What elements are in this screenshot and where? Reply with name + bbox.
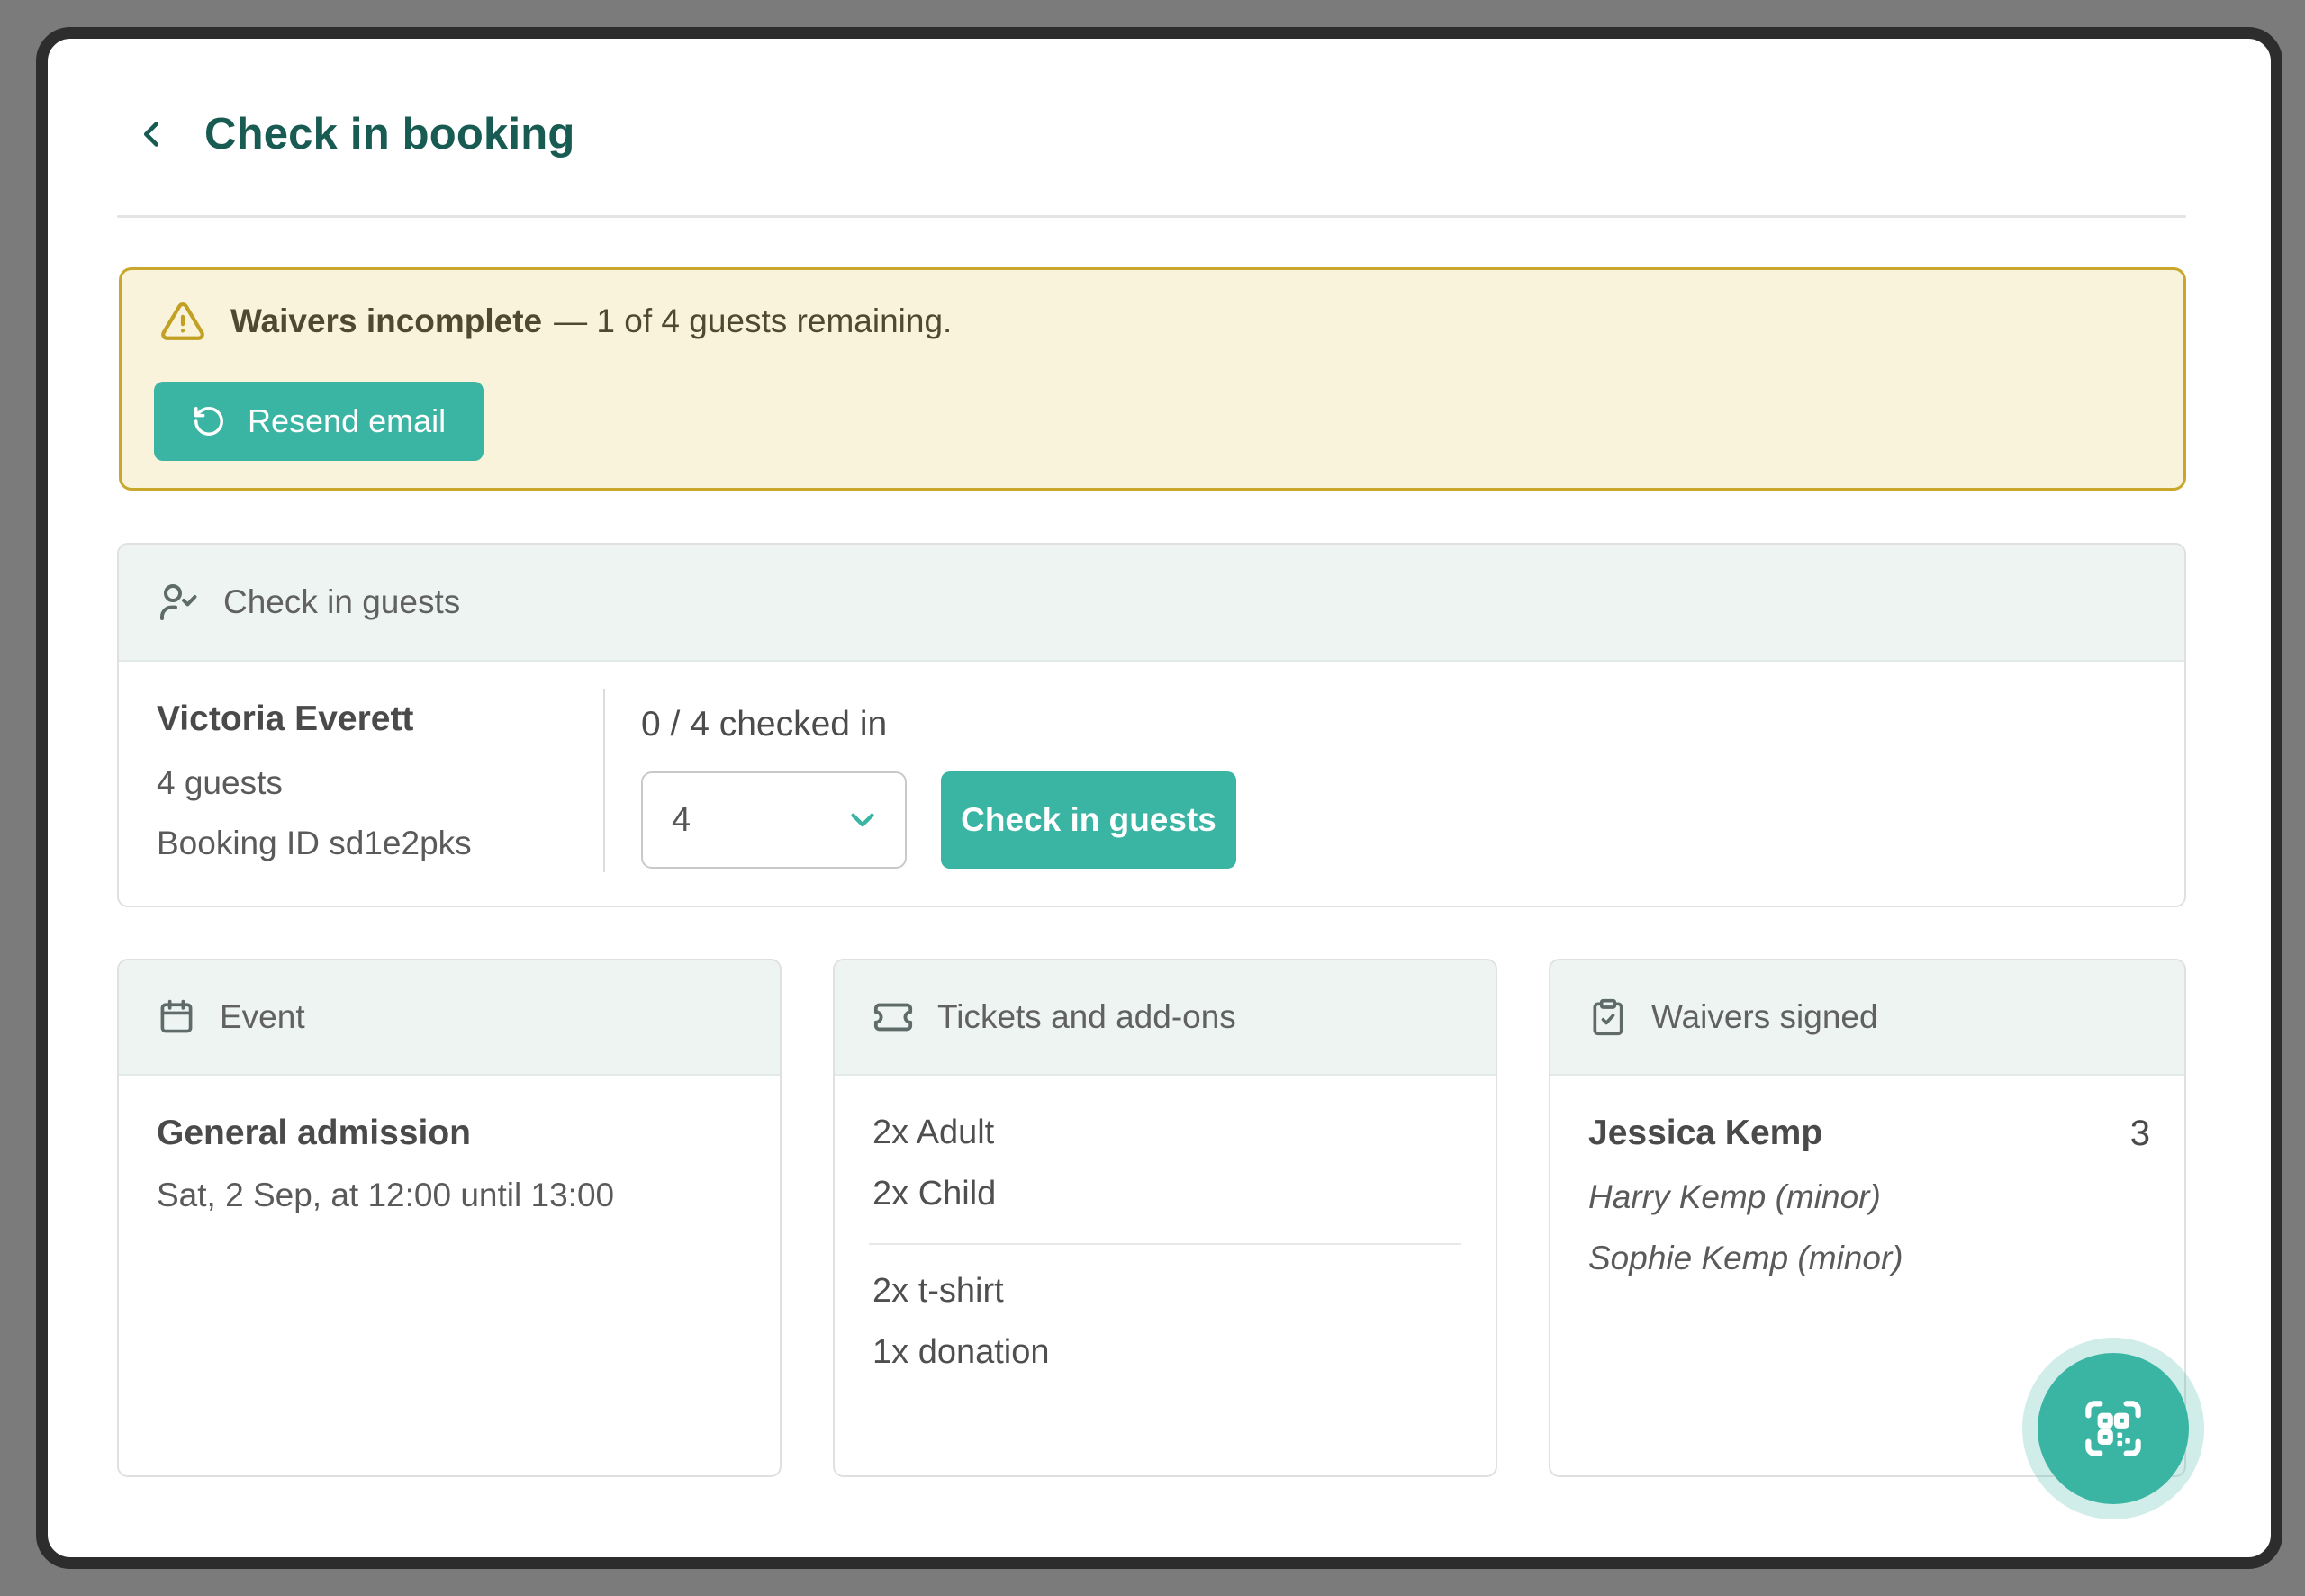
- event-card-header: Event: [119, 960, 780, 1076]
- back-button[interactable]: [131, 113, 172, 155]
- waiver-count: 3: [2130, 1114, 2150, 1154]
- booking-id: Booking ID sd1e2pks: [157, 825, 472, 862]
- page-title: Check in booking: [204, 109, 575, 159]
- vertical-divider: [603, 689, 605, 872]
- waiver-minor: Harry Kemp (minor): [1588, 1178, 1881, 1216]
- clipboard-check-icon: [1588, 997, 1628, 1037]
- waiver-minor: Sophie Kemp (minor): [1588, 1240, 1903, 1277]
- alert-text: Waivers incomplete — 1 of 4 guests remai…: [230, 302, 952, 340]
- tickets-card-title: Tickets and add-ons: [937, 998, 1236, 1036]
- alert-message-row: Waivers incomplete — 1 of 4 guests remai…: [160, 299, 952, 344]
- event-name: General admission: [157, 1114, 471, 1153]
- qr-scan-icon: [2078, 1393, 2148, 1464]
- guest-count: 4 guests: [157, 764, 283, 802]
- addon-item: 1x donation: [872, 1333, 1050, 1372]
- resend-email-button[interactable]: Resend email: [154, 382, 484, 461]
- tickets-card-body: 2x Adult 2x Child 2x t-shirt 1x donation: [835, 1076, 1496, 1477]
- rotate-ccw-icon: [192, 404, 226, 438]
- check-in-guests-button[interactable]: Check in guests: [941, 771, 1236, 869]
- check-in-guests-body: Victoria Everett 4 guests Booking ID sd1…: [119, 662, 2184, 906]
- check-in-guests-title: Check in guests: [223, 583, 460, 621]
- app-window: Check in booking Waivers incomplete — 1 …: [36, 27, 2282, 1569]
- event-card-title: Event: [220, 998, 305, 1036]
- chevron-down-icon: [844, 801, 881, 839]
- qr-scan-fab-button[interactable]: [2038, 1353, 2189, 1504]
- ticket-item: 2x Child: [872, 1175, 996, 1213]
- tickets-card-header: Tickets and add-ons: [835, 960, 1496, 1076]
- addon-item: 2x t-shirt: [872, 1272, 1004, 1311]
- guest-name: Victoria Everett: [157, 699, 413, 739]
- user-check-icon: [157, 581, 200, 624]
- ticket-icon: [872, 996, 914, 1038]
- resend-email-label: Resend email: [248, 402, 446, 440]
- chevron-left-icon: [131, 113, 172, 155]
- waiver-signer-name: Jessica Kemp: [1588, 1114, 1822, 1153]
- alert-triangle-icon: [160, 299, 205, 344]
- waivers-card-title: Waivers signed: [1651, 998, 1878, 1036]
- guest-count-select[interactable]: 4: [641, 771, 907, 869]
- checked-in-progress: 0 / 4 checked in: [641, 705, 887, 744]
- check-in-guests-header: Check in guests: [119, 545, 2184, 662]
- event-datetime: Sat, 2 Sep, at 12:00 until 13:00: [157, 1177, 614, 1214]
- event-card: Event General admission Sat, 2 Sep, at 1…: [117, 959, 782, 1477]
- event-card-body: General admission Sat, 2 Sep, at 12:00 u…: [119, 1076, 780, 1477]
- ticket-item: 2x Adult: [872, 1114, 994, 1152]
- page-header: Check in booking: [131, 96, 575, 172]
- addons-divider: [869, 1243, 1461, 1245]
- guest-count-select-value: 4: [672, 801, 691, 840]
- waivers-alert-banner: Waivers incomplete — 1 of 4 guests remai…: [119, 267, 2186, 491]
- tickets-card: Tickets and add-ons 2x Adult 2x Child 2x…: [833, 959, 1497, 1477]
- calendar-icon: [157, 997, 196, 1037]
- alert-message: — 1 of 4 guests remaining.: [554, 302, 952, 340]
- alert-title: Waivers incomplete: [230, 302, 542, 340]
- waivers-card-header: Waivers signed: [1550, 960, 2184, 1076]
- header-divider: [117, 215, 2186, 218]
- check-in-guests-panel: Check in guests Victoria Everett 4 guest…: [117, 543, 2186, 907]
